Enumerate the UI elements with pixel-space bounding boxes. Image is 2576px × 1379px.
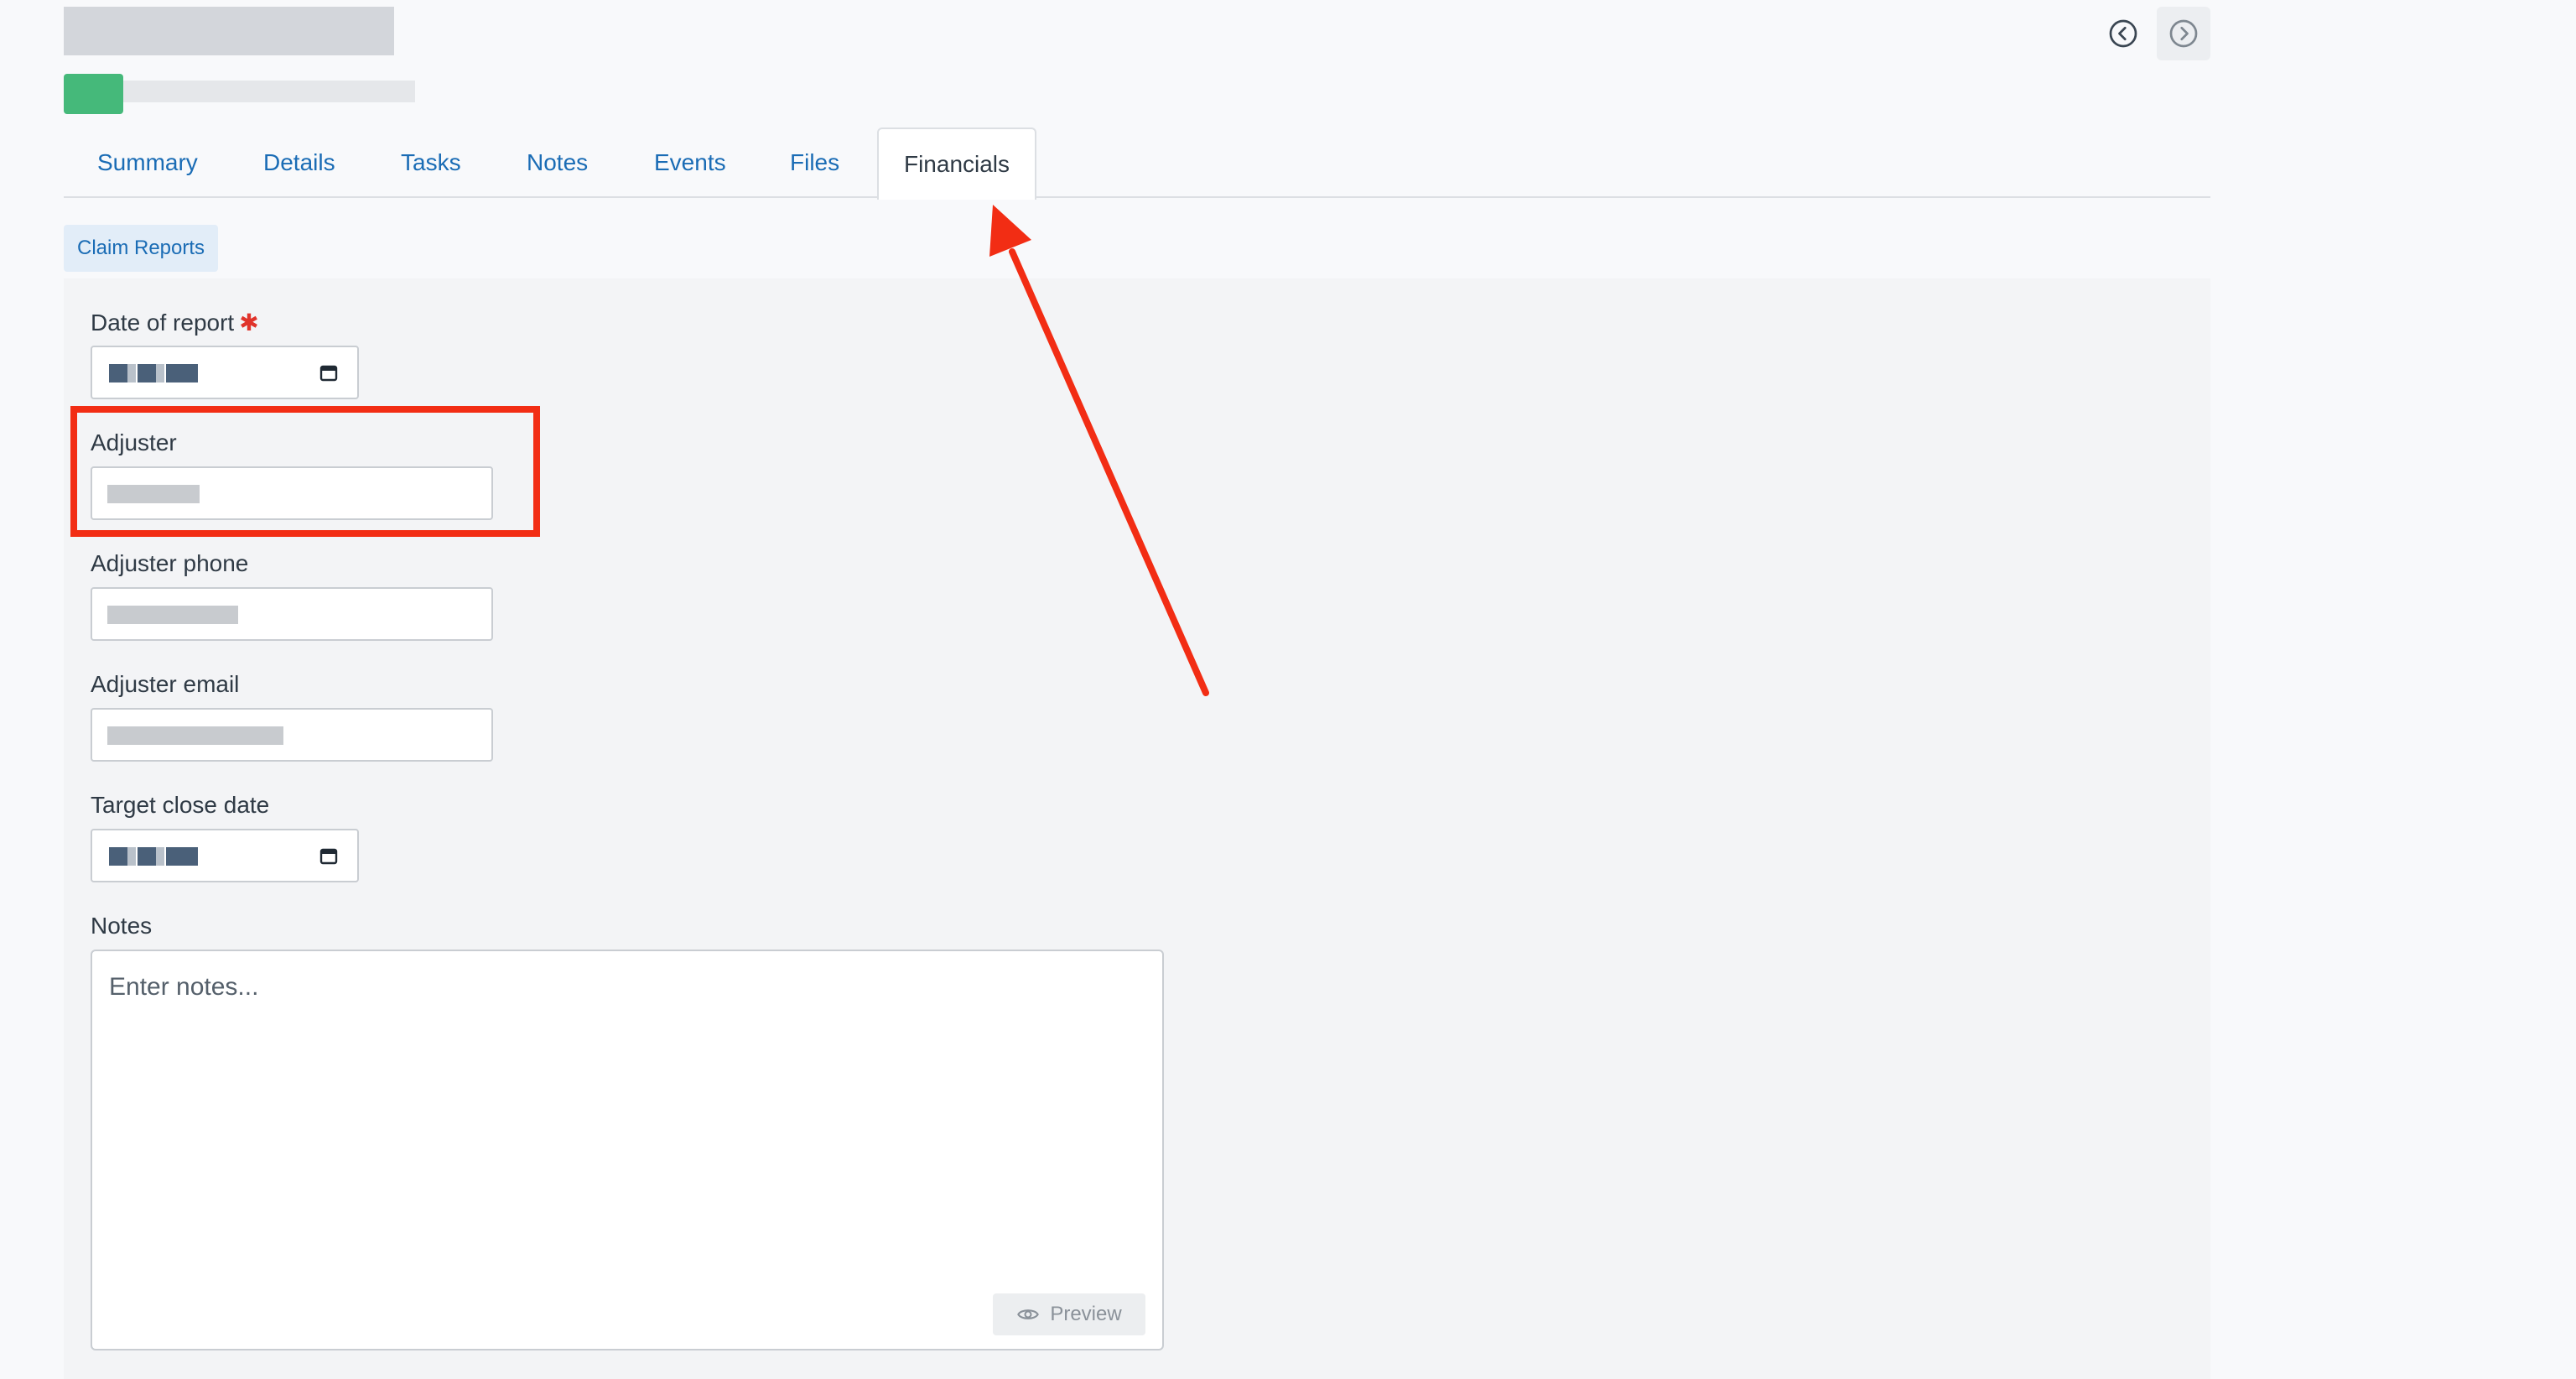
- calendar-icon[interactable]: [319, 846, 339, 866]
- chevron-right-circle-icon: [2169, 19, 2198, 48]
- date-of-report-input[interactable]: [91, 346, 359, 399]
- adjuster-email-value-redacted: [107, 726, 283, 745]
- date-value-redacted: [156, 364, 164, 382]
- notes-label: Notes: [91, 913, 153, 939]
- adjuster-phone-value-redacted: [107, 606, 238, 624]
- date-of-report-label: Date of report ✱: [91, 309, 259, 336]
- date-value-redacted: [166, 847, 198, 866]
- record-subtitle-redacted: [123, 81, 415, 102]
- tab-tasks[interactable]: Tasks: [369, 127, 493, 198]
- tab-files[interactable]: Files: [758, 127, 871, 198]
- calendar-icon[interactable]: [319, 362, 339, 382]
- tabs-divider: [64, 196, 2210, 198]
- preview-button-label: Preview: [1050, 1303, 1122, 1325]
- target-close-date-label: Target close date: [91, 792, 270, 818]
- date-value-redacted: [156, 847, 164, 866]
- target-close-date-input[interactable]: [91, 829, 359, 882]
- date-value-redacted: [138, 364, 156, 382]
- chevron-left-circle-icon: [2109, 19, 2137, 48]
- tab-details[interactable]: Details: [231, 127, 367, 198]
- date-of-report-label-text: Date of report: [91, 310, 235, 336]
- date-value-redacted: [127, 364, 136, 382]
- tab-notes[interactable]: Notes: [495, 127, 620, 198]
- annotation-highlight-box: [70, 406, 540, 537]
- tab-events[interactable]: Events: [622, 127, 758, 198]
- date-value-redacted: [138, 847, 156, 866]
- notes-textarea[interactable]: [91, 950, 1164, 1350]
- adjuster-email-input[interactable]: [91, 708, 493, 762]
- status-badge: [64, 74, 123, 114]
- tab-financials[interactable]: Financials: [877, 127, 1036, 200]
- date-value-redacted: [109, 364, 127, 382]
- subtab-claim-reports[interactable]: Claim Reports: [64, 225, 219, 272]
- next-record-button[interactable]: [2157, 7, 2210, 60]
- eye-icon: [1017, 1309, 1040, 1319]
- required-asterisk: ✱: [239, 310, 259, 336]
- adjuster-email-label: Adjuster email: [91, 671, 240, 697]
- adjuster-phone-label: Adjuster phone: [91, 550, 249, 576]
- date-value-redacted: [109, 847, 127, 866]
- adjuster-phone-input[interactable]: [91, 587, 493, 641]
- date-value-redacted: [166, 364, 198, 382]
- date-value-redacted: [127, 847, 136, 866]
- preview-button[interactable]: Preview: [993, 1293, 1145, 1335]
- tab-summary[interactable]: Summary: [65, 127, 230, 198]
- previous-record-button[interactable]: [2096, 7, 2150, 60]
- record-title-redacted: [64, 7, 394, 55]
